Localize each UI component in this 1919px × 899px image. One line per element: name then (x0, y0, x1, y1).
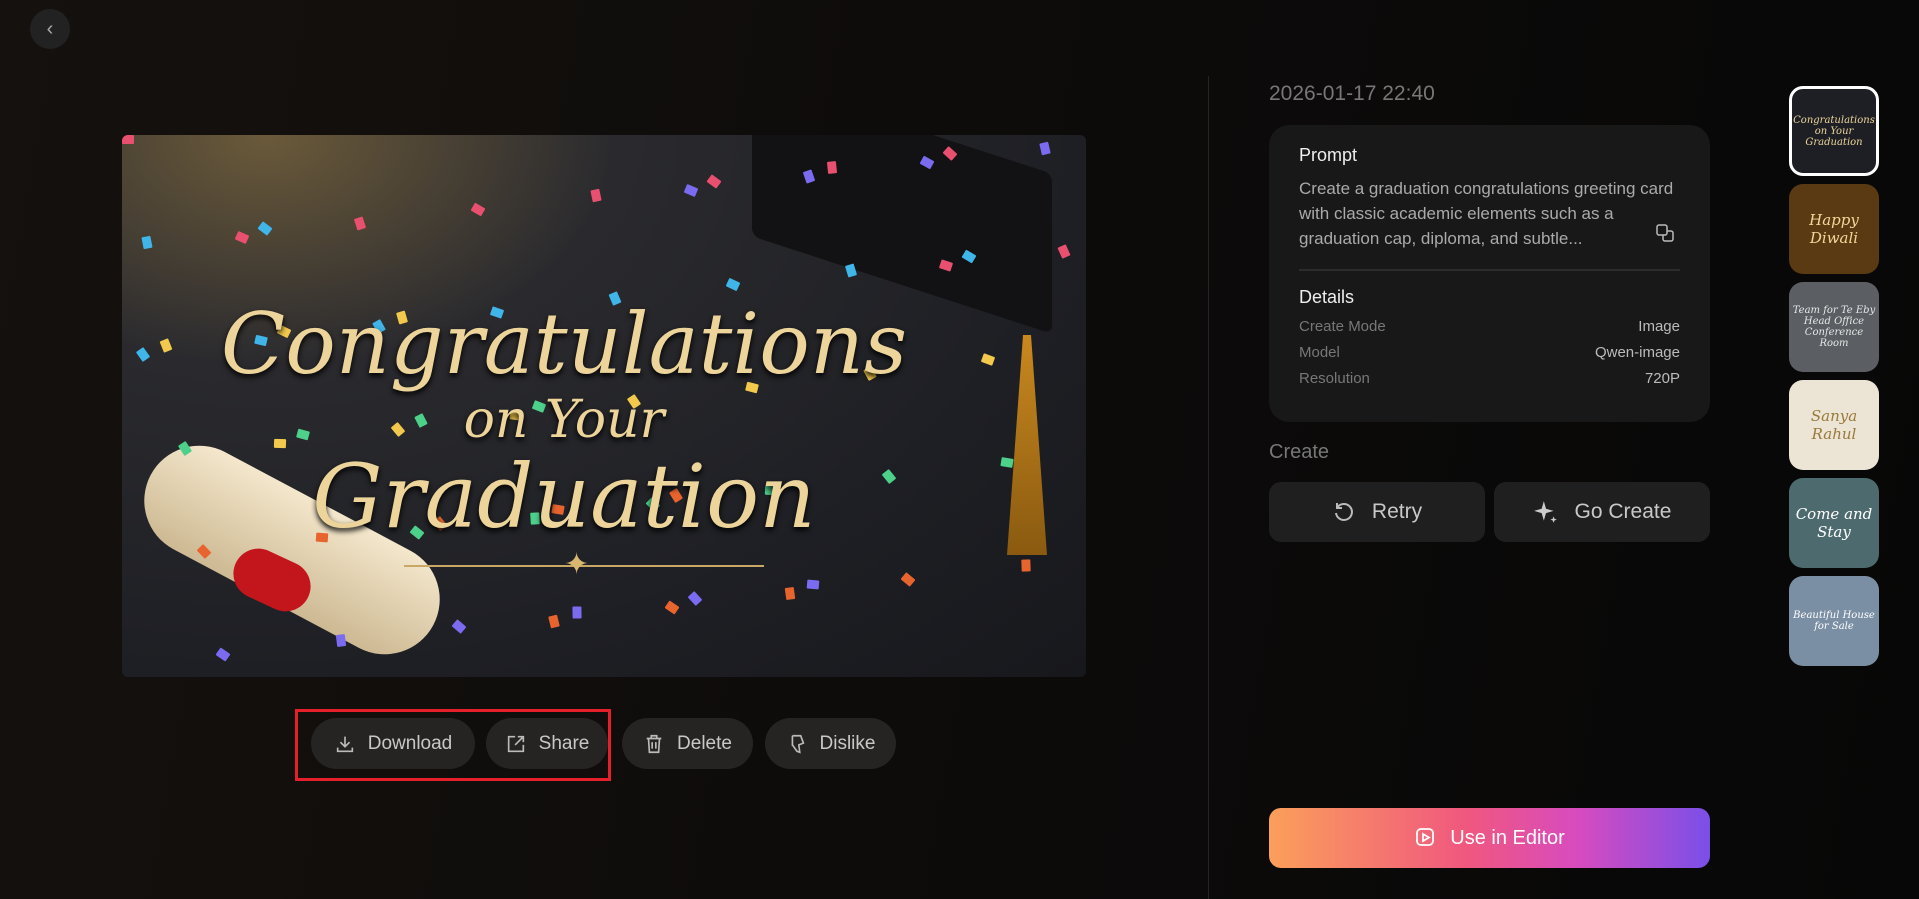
detail-row: Model Qwen-image (1299, 344, 1680, 362)
delete-label: Delete (677, 732, 732, 754)
confetti-piece (826, 161, 838, 174)
prompt-heading: Prompt (1299, 145, 1358, 165)
confetti-piece (683, 184, 699, 197)
dislike-button[interactable]: Dislike (765, 718, 896, 769)
prompt-text: Create a graduation congratulations gree… (1299, 179, 1674, 248)
thumbnail-4[interactable]: Sanya Rahul (1789, 380, 1879, 470)
confetti-piece (470, 202, 486, 217)
confetti-piece (451, 619, 467, 634)
back-button[interactable]: ‹ (30, 9, 70, 49)
sparkle-icon (1533, 501, 1557, 523)
confetti-piece (335, 633, 347, 648)
hero-line-2: on Your (463, 390, 665, 450)
confetti-piece (1057, 244, 1071, 259)
use-in-editor-label: Use in Editor (1450, 826, 1565, 849)
confetti-piece (122, 135, 134, 144)
detail-value: Image (1638, 318, 1680, 335)
detail-value: Qwen-image (1594, 344, 1680, 361)
generated-image: Congratulations on Your Graduation ✦ (122, 135, 1086, 677)
copy-icon[interactable] (1655, 223, 1675, 243)
use-in-editor-button[interactable]: Use in Editor (1269, 808, 1710, 868)
chevron-left-icon: ‹ (46, 17, 54, 40)
thumbnail-3[interactable]: Team for Te Eby Head Office Conference R… (1789, 282, 1879, 372)
confetti-piece (234, 230, 250, 245)
editor-play-icon (1416, 828, 1435, 846)
retry-icon (1334, 503, 1353, 521)
highlight-box (295, 709, 611, 781)
thumbnail-text: Team for Te Eby Head Office Conference R… (1792, 305, 1876, 349)
create-label: Create (1269, 441, 1330, 463)
card-divider (1299, 269, 1680, 271)
thumbnail-1[interactable]: Congratulations on Your Graduation (1789, 86, 1879, 176)
confetti-piece (900, 572, 916, 587)
confetti-piece (664, 600, 680, 615)
confetti-piece (141, 235, 153, 250)
trash-icon (646, 734, 662, 753)
confetti-piece (706, 174, 722, 189)
confetti-piece (590, 188, 602, 203)
confetti-piece (548, 614, 560, 629)
star-ornament: ✦ (564, 548, 590, 581)
confetti-piece (806, 579, 820, 590)
confetti-piece (1021, 559, 1031, 572)
go-create-button[interactable]: Go Create (1494, 482, 1710, 542)
retry-button[interactable]: Retry (1269, 482, 1485, 542)
hero-line-3: Graduation (312, 445, 816, 548)
info-card[interactable]: Prompt Create a graduation congratulatio… (1269, 125, 1710, 422)
thumbs-down-icon (791, 734, 804, 753)
confetti-piece (257, 221, 273, 236)
thumbnail-6[interactable]: Beautiful House for Sale (1789, 576, 1879, 666)
detail-key: Model (1299, 344, 1340, 361)
detail-key: Create Mode (1299, 318, 1386, 335)
details-heading: Details (1299, 287, 1355, 307)
confetti-piece (215, 647, 231, 662)
confetti-piece (1039, 141, 1051, 156)
thumbnail-text: Happy Diwali (1809, 211, 1859, 247)
go-create-label: Go Create (1574, 500, 1672, 523)
thumbnail-text: Sanya Rahul (1810, 407, 1858, 443)
retry-label: Retry (1371, 500, 1423, 523)
detail-key: Resolution (1299, 370, 1370, 387)
thumbnail-2[interactable]: Happy Diwali (1789, 184, 1879, 274)
confetti-piece (353, 216, 367, 231)
detail-row: Resolution 720P (1299, 370, 1680, 388)
confetti-piece (784, 586, 796, 601)
detail-row: Create Mode Image (1299, 318, 1680, 336)
dislike-label: Dislike (819, 732, 876, 754)
thumbnail-text: Congratulations on Your Graduation (1793, 114, 1875, 148)
thumbnail-5[interactable]: Come and Stay (1789, 478, 1879, 568)
thumbnail-text: Come and Stay (1795, 505, 1873, 541)
divider (1208, 76, 1209, 899)
detail-value: 720P (1644, 370, 1680, 387)
confetti-piece (572, 606, 582, 619)
hero-line-1: Congratulations (220, 295, 908, 393)
confetti-piece (687, 591, 703, 606)
confetti-piece (725, 277, 741, 292)
delete-button[interactable]: Delete (622, 718, 753, 769)
created-date: 2026-01-17 22:40 (1269, 82, 1435, 105)
thumbnail-text: Beautiful House for Sale (1793, 610, 1875, 632)
